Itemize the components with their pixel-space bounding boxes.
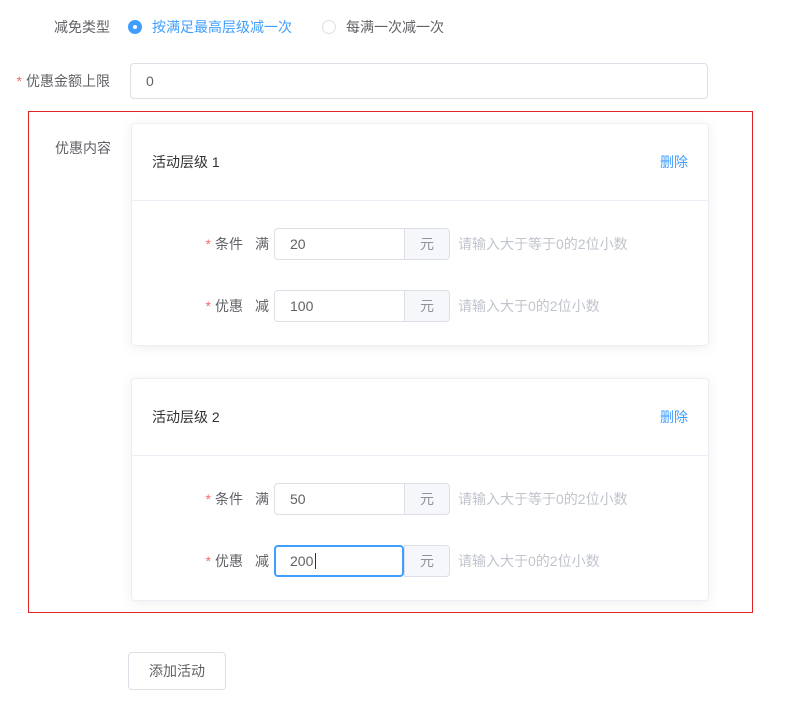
condition-hint-text: 请输入大于等于0的2位小数 [458,234,628,254]
condition-prefix-text: 满 [255,234,269,254]
currency-unit-suffix: 元 [404,483,450,515]
condition-prefix-text: 满 [255,489,269,509]
radio-option-label: 每满一次减一次 [346,17,444,37]
required-asterisk: * [17,73,22,89]
discount-label-text: 优惠 [215,296,243,316]
radio-option-label: 按满足最高层级减一次 [152,17,292,37]
tier-1-condition-input[interactable] [274,228,404,260]
tier-2-delete-link[interactable]: 删除 [660,407,688,427]
condition-label-text: 条件 [215,234,243,254]
tier-2-discount-input-focused[interactable] [274,545,404,577]
text-cursor [315,553,316,569]
tier-1-discount-label: * 优惠 减 [152,296,269,316]
tier-1-discount-input[interactable] [274,290,404,322]
discount-hint-text: 请输入大于0的2位小数 [458,296,600,316]
tier-1-condition-label: * 条件 满 [152,234,269,254]
radio-option-highest-tier[interactable]: 按满足最高层级减一次 [128,17,292,37]
required-asterisk: * [206,491,211,507]
discount-prefix-text: 减 [255,551,269,571]
tier-2-discount-label: * 优惠 减 [152,551,269,571]
tier-1-discount-row: * 优惠 减 元 请输入大于0的2位小数 [152,290,688,322]
tier-1-condition-row: * 条件 满 元 请输入大于等于0的2位小数 [152,228,688,260]
amount-cap-row: * 优惠金额上限 [0,63,812,99]
tier-2-discount-input-group: 元 [274,545,450,577]
tier-2-body: * 条件 满 元 请输入大于等于0的2位小数 * 优惠 [132,456,708,600]
condition-label-text: 条件 [215,489,243,509]
discount-content-label: 优惠内容 [29,123,111,158]
amount-cap-input[interactable] [130,63,708,99]
tier-card-1: 活动层级 1 删除 * 条件 满 元 请输入大于等于 [131,123,709,346]
tier-1-discount-input-group: 元 [274,290,450,322]
condition-hint-text: 请输入大于等于0的2位小数 [458,489,628,509]
promotion-form: 减免类型 按满足最高层级减一次 每满一次减一次 * 优惠金额上限 优惠内容 [0,0,812,690]
tier-2-condition-input[interactable] [274,483,404,515]
required-asterisk: * [206,236,211,252]
tier-2-condition-row: * 条件 满 元 请输入大于等于0的2位小数 [152,483,688,515]
discount-hint-text: 请输入大于0的2位小数 [458,551,600,571]
discount-content-section: 优惠内容 活动层级 1 删除 * 条件 满 [28,111,753,613]
tier-1-delete-link[interactable]: 删除 [660,152,688,172]
tier-list: 活动层级 1 删除 * 条件 满 元 请输入大于等于 [131,123,709,601]
discount-prefix-text: 减 [255,296,269,316]
tier-2-header: 活动层级 2 删除 [132,379,708,456]
currency-unit-suffix: 元 [404,228,450,260]
tier-1-title: 活动层级 1 [152,152,220,172]
required-asterisk: * [206,553,211,569]
add-activity-button[interactable]: 添加活动 [128,652,226,690]
currency-unit-suffix: 元 [404,545,450,577]
radio-selected-icon [128,20,142,34]
reduction-type-label: 减免类型 [0,17,110,37]
reduction-type-row: 减免类型 按满足最高层级减一次 每满一次减一次 [0,16,812,38]
reduction-type-radio-group: 按满足最高层级减一次 每满一次减一次 [128,17,444,37]
tier-1-header: 活动层级 1 删除 [132,124,708,201]
radio-option-every-time[interactable]: 每满一次减一次 [322,17,444,37]
amount-cap-label-text: 优惠金额上限 [26,71,110,91]
tier-2-title: 活动层级 2 [152,407,220,427]
tier-1-condition-input-group: 元 [274,228,450,260]
tier-card-2: 活动层级 2 删除 * 条件 满 元 请输入大于等于 [131,378,709,601]
amount-cap-label: * 优惠金额上限 [0,71,110,91]
tier-2-condition-input-group: 元 [274,483,450,515]
tier-2-discount-row: * 优惠 减 元 请输入大于0的2位小数 [152,545,688,577]
tier-2-condition-label: * 条件 满 [152,489,269,509]
discount-label-text: 优惠 [215,551,243,571]
required-asterisk: * [206,298,211,314]
currency-unit-suffix: 元 [404,290,450,322]
tier-1-body: * 条件 满 元 请输入大于等于0的2位小数 * 优惠 [132,201,708,345]
radio-unselected-icon [322,20,336,34]
